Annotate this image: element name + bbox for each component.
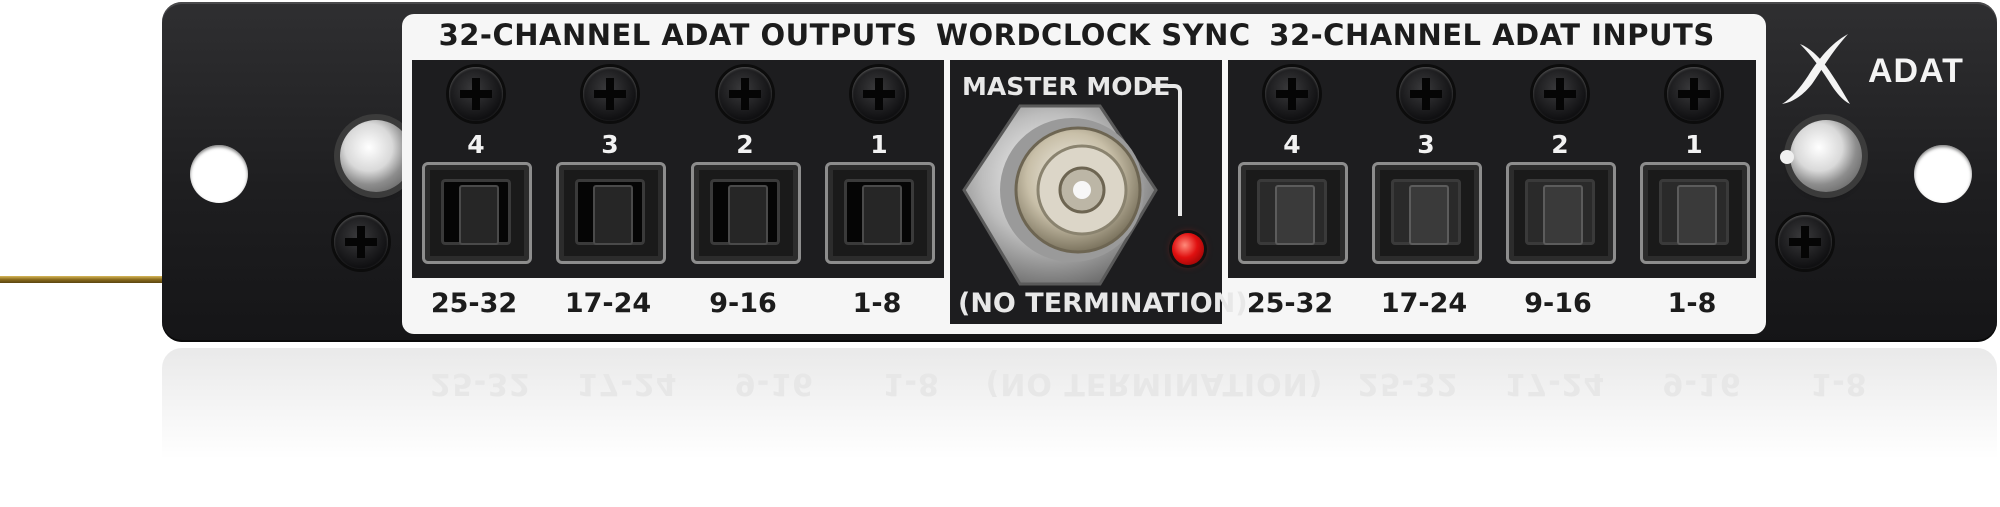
output-channel-range: 9-16 [709, 288, 777, 319]
input-screw-icon [1667, 67, 1721, 121]
right-thumbscrew[interactable] [1790, 120, 1862, 192]
logo-text: ADAT [1868, 52, 1964, 90]
input-screw-icon [1533, 67, 1587, 121]
optical-input-port-3[interactable] [1372, 162, 1482, 264]
ribbon-wire [0, 276, 172, 283]
output-channel-range: 17-24 [564, 288, 652, 319]
master-mode-led [1172, 233, 1204, 265]
master-mode-label: MASTER MODE [962, 72, 1171, 101]
input-channel-range: 17-24 [1380, 288, 1468, 319]
right-panel-screw-icon [1778, 215, 1832, 269]
outputs-title: 32-CHANNEL ADAT OUTPUTS [438, 18, 918, 52]
output-screw-icon [718, 67, 772, 121]
right-indicator-dot [1780, 150, 1794, 164]
output-screw-icon [583, 67, 637, 121]
no-termination-label: (NO TERMINATION) [958, 288, 1248, 319]
optical-output-port-3[interactable] [556, 162, 666, 264]
output-channel-range: 25-32 [430, 288, 518, 319]
input-channel-range: 9-16 [1524, 288, 1592, 319]
optical-input-port-1[interactable] [1640, 162, 1750, 264]
output-screw-icon [449, 67, 503, 121]
wordclock-title: WORDCLOCK SYNC [936, 18, 1251, 52]
input-port-number: 1 [1685, 130, 1703, 159]
optical-input-port-2[interactable] [1506, 162, 1616, 264]
optical-output-port-1[interactable] [825, 162, 935, 264]
output-port-number: 4 [467, 130, 485, 159]
input-channel-range: 25-32 [1246, 288, 1334, 319]
x-mark-icon [1782, 34, 1850, 104]
output-port-number: 3 [601, 130, 619, 159]
inputs-title: 32-CHANNEL ADAT INPUTS [1269, 18, 1715, 52]
output-screw-icon [852, 67, 906, 121]
output-port-number: 2 [736, 130, 754, 159]
input-port-number: 2 [1551, 130, 1569, 159]
input-channel-range: 1-8 [1667, 288, 1717, 319]
optical-output-port-4[interactable] [422, 162, 532, 264]
input-screw-icon [1265, 67, 1319, 121]
output-channel-range: 1-8 [852, 288, 902, 319]
optical-output-port-2[interactable] [691, 162, 801, 264]
input-port-number: 4 [1283, 130, 1301, 159]
input-screw-icon [1399, 67, 1453, 121]
left-panel-screw-icon [334, 215, 388, 269]
x-adat-logo: ADAT [1768, 30, 2000, 110]
optical-input-port-4[interactable] [1238, 162, 1348, 264]
bnc-wordclock-connector[interactable] [960, 100, 1160, 290]
output-port-number: 1 [870, 130, 888, 159]
left-mounting-hole [190, 145, 248, 203]
reflection-ghost-text: 25-32 17-24 9-16 1-8 (NO TERMINATION) 25… [430, 366, 1868, 401]
input-port-number: 3 [1417, 130, 1435, 159]
floor-reflection: 25-32 17-24 9-16 1-8 (NO TERMINATION) 25… [162, 348, 1997, 507]
right-mounting-hole [1914, 145, 1972, 203]
